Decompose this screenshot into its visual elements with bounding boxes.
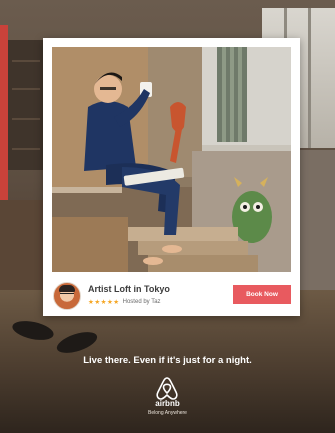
listing-photo-illustration: [52, 47, 291, 272]
background-right-wall: [300, 150, 335, 300]
airbnb-logo-icon[interactable]: [156, 376, 178, 400]
tagline: Live there. Even if it's just for a nigh…: [83, 355, 252, 366]
listing-title[interactable]: Artist Loft in Tokyo: [88, 284, 170, 294]
book-now-button[interactable]: Book Now: [233, 285, 291, 304]
host-label: Hosted by Taz: [122, 299, 161, 305]
background-shelf: [8, 40, 44, 170]
host-avatar[interactable]: [53, 282, 81, 310]
rating-stars: ★★★★★: [88, 299, 120, 306]
brand-name[interactable]: airbnb: [0, 399, 335, 408]
listing-footer: Artist Loft in Tokyo ★★★★★ Hosted by Taz…: [43, 272, 300, 316]
brand-slogan: Belong Anywhere: [148, 410, 187, 416]
listing-photo: [52, 47, 291, 272]
listing-card[interactable]: Artist Loft in Tokyo ★★★★★ Hosted by Taz…: [43, 38, 300, 316]
listing-meta: ★★★★★ Hosted by Taz: [88, 298, 161, 306]
